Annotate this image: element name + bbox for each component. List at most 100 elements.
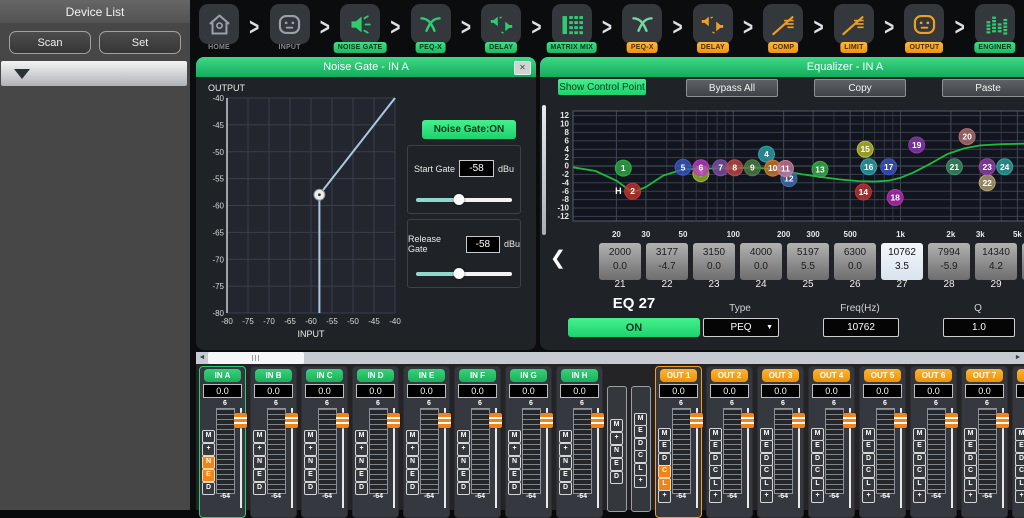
channel-button-m[interactable]: M bbox=[406, 430, 419, 443]
channel-button-l[interactable]: L bbox=[658, 478, 671, 491]
scroll-right-icon[interactable]: ► bbox=[1012, 352, 1024, 364]
channel-button-c[interactable]: C bbox=[1015, 465, 1024, 478]
channel-button-m[interactable]: M bbox=[658, 428, 671, 441]
channel-button-e[interactable]: E bbox=[610, 458, 623, 471]
channel-button-m[interactable]: M bbox=[508, 430, 521, 443]
channel-button-e[interactable]: E bbox=[709, 440, 722, 453]
eq-band-on-button[interactable]: ON bbox=[568, 318, 700, 337]
channel-button-n[interactable]: N bbox=[253, 456, 266, 469]
channel-button-e[interactable]: E bbox=[634, 425, 647, 438]
channel-button-c[interactable]: C bbox=[913, 465, 926, 478]
channel-strip-out-2[interactable]: OUT 20.0MEDCL+6-64 bbox=[706, 366, 753, 518]
channel-button-m[interactable]: M bbox=[964, 428, 977, 441]
channel-button-n[interactable]: N bbox=[304, 456, 317, 469]
fader-handle[interactable] bbox=[336, 413, 349, 428]
fader-handle[interactable] bbox=[792, 413, 805, 428]
channel-button-m[interactable]: M bbox=[760, 428, 773, 441]
release-gate-slider[interactable] bbox=[416, 272, 512, 276]
toolbar-item-matrix-mix[interactable]: MATRIX MIX bbox=[547, 1, 597, 55]
channel-label[interactable]: OUT 1 bbox=[660, 369, 697, 382]
fader-handle[interactable] bbox=[741, 413, 754, 428]
channel-label[interactable]: IN B bbox=[255, 369, 292, 382]
start-gate-value[interactable]: -58 bbox=[459, 160, 494, 177]
channel-button-m[interactable]: M bbox=[355, 430, 368, 443]
channel-button-n[interactable]: N bbox=[508, 456, 521, 469]
eq-band-cell-27[interactable]: 107623.5 bbox=[881, 243, 923, 280]
channel-button-plus[interactable]: + bbox=[634, 475, 647, 488]
channel-button-e[interactable]: E bbox=[1015, 440, 1024, 453]
toolbar-item-delay-output[interactable]: DELAY bbox=[688, 1, 738, 55]
channel-gain-value[interactable]: 0.0 bbox=[254, 384, 293, 398]
scrollbar-thumb[interactable] bbox=[208, 352, 304, 364]
channel-button-e[interactable]: E bbox=[253, 469, 266, 482]
band-scroll-left-icon[interactable]: ❮ bbox=[550, 247, 566, 270]
channel-label[interactable]: IN F bbox=[459, 369, 496, 382]
start-gate-slider[interactable] bbox=[416, 198, 512, 202]
fader-handle[interactable] bbox=[489, 413, 502, 428]
channel-label[interactable]: IN G bbox=[510, 369, 547, 382]
channel-button-l[interactable]: L bbox=[964, 478, 977, 491]
channel-gain-value[interactable]: 0.0 bbox=[812, 384, 851, 398]
channel-label[interactable]: OUT 8 bbox=[1017, 369, 1024, 382]
channel-button-d[interactable]: D bbox=[913, 453, 926, 466]
channel-button-d[interactable]: D bbox=[658, 453, 671, 466]
channel-gain-value[interactable]: 0.0 bbox=[356, 384, 395, 398]
channel-button-c[interactable]: C bbox=[760, 465, 773, 478]
fader-handle[interactable] bbox=[690, 413, 703, 428]
release-gate-slider-thumb[interactable] bbox=[454, 268, 465, 279]
toolbar-item-delay-input[interactable]: DELAY bbox=[476, 1, 526, 55]
channel-gain-value[interactable]: 0.0 bbox=[863, 384, 902, 398]
channel-button-l[interactable]: L bbox=[760, 478, 773, 491]
channel-button-e[interactable]: E bbox=[304, 469, 317, 482]
fader-handle[interactable] bbox=[234, 413, 247, 428]
fader-handle[interactable] bbox=[387, 413, 400, 428]
channel-strip-in-h[interactable]: IN H0.0M+NED6-64 bbox=[556, 366, 603, 518]
set-button[interactable]: Set bbox=[99, 31, 181, 54]
channel-label[interactable]: OUT 7 bbox=[966, 369, 1003, 382]
channel-button-e[interactable]: E bbox=[559, 469, 572, 482]
eq-band-cell-25[interactable]: 51975.5 bbox=[787, 243, 829, 280]
fader-handle[interactable] bbox=[843, 413, 856, 428]
toolbar-item-home[interactable]: HOME bbox=[194, 1, 244, 55]
channel-button-e[interactable]: E bbox=[862, 440, 875, 453]
device-dropdown[interactable] bbox=[1, 61, 187, 86]
toolbar-item-enginer[interactable]: ENGINER bbox=[970, 1, 1020, 55]
channel-button-l[interactable]: L bbox=[811, 478, 824, 491]
channel-button-plus[interactable]: + bbox=[406, 443, 419, 456]
channel-button-m[interactable]: M bbox=[862, 428, 875, 441]
channel-strip-in-g[interactable]: IN G0.0M+NED6-64 bbox=[505, 366, 552, 518]
eq-band-cell-21[interactable]: 20000.0 bbox=[599, 243, 641, 280]
channel-label[interactable]: OUT 3 bbox=[762, 369, 799, 382]
toolbar-item-peq-x-output[interactable]: PEQ-X bbox=[617, 1, 667, 55]
channel-button-e[interactable]: E bbox=[811, 440, 824, 453]
channel-button-plus[interactable]: + bbox=[610, 432, 623, 445]
freq-input[interactable]: 10762 bbox=[823, 318, 899, 337]
channel-button-m[interactable]: M bbox=[610, 419, 623, 432]
channel-strip-in-f[interactable]: IN F0.0M+NED6-64 bbox=[454, 366, 501, 518]
channel-strip-in-a[interactable]: IN A0.0M+NED6-64 bbox=[199, 366, 246, 518]
fader-handle[interactable] bbox=[591, 413, 604, 428]
channel-button-n[interactable]: N bbox=[406, 456, 419, 469]
channel-button-l[interactable]: L bbox=[634, 463, 647, 476]
channel-button-m[interactable]: M bbox=[202, 430, 215, 443]
channel-button-e[interactable]: E bbox=[508, 469, 521, 482]
channel-button-l[interactable]: L bbox=[913, 478, 926, 491]
noise-gate-power-button[interactable]: Noise Gate:ON bbox=[422, 120, 516, 139]
channel-gain-value[interactable]: 0.0 bbox=[659, 384, 698, 398]
channel-button-d[interactable]: D bbox=[610, 471, 623, 484]
q-input[interactable]: 1.0 bbox=[943, 318, 1015, 337]
channel-button-d[interactable]: D bbox=[811, 453, 824, 466]
eq-band-cell-23[interactable]: 31500.0 bbox=[693, 243, 735, 280]
copy-button[interactable]: Copy bbox=[814, 79, 906, 97]
fader-handle[interactable] bbox=[945, 413, 958, 428]
channel-label[interactable]: OUT 6 bbox=[915, 369, 952, 382]
type-dropdown[interactable]: PEQ ▼ bbox=[703, 318, 779, 337]
close-icon[interactable]: ✕ bbox=[514, 61, 531, 75]
channel-strip-out-3[interactable]: OUT 30.0MEDCL+6-64 bbox=[757, 366, 804, 518]
channel-button-e[interactable]: E bbox=[202, 469, 215, 482]
channel-button-plus[interactable]: + bbox=[559, 443, 572, 456]
channel-button-d[interactable]: D bbox=[634, 438, 647, 451]
channel-strip-in-c[interactable]: IN C0.0M+NED6-64 bbox=[301, 366, 348, 518]
channel-button-plus[interactable]: + bbox=[202, 443, 215, 456]
release-gate-value[interactable]: -58 bbox=[466, 236, 500, 253]
